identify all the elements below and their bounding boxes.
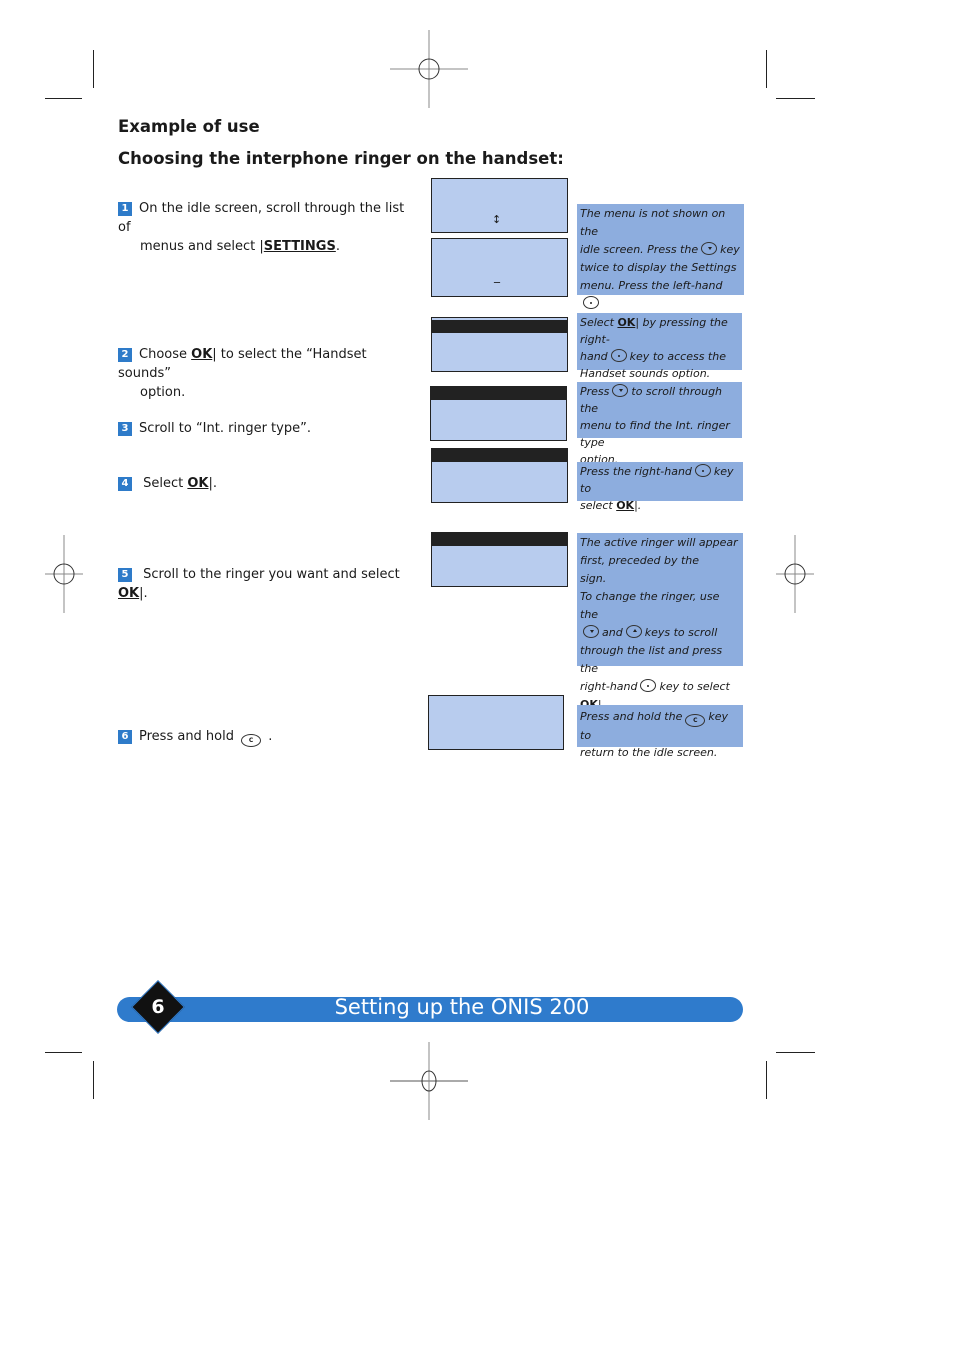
registration-mark-icon [390, 1042, 468, 1120]
step-2: 2 Choose OK| to select the “Handset sound… [118, 347, 367, 400]
crop-mark [776, 98, 815, 99]
up-key-icon [625, 625, 642, 638]
lcd-screen-5 [431, 532, 568, 587]
step-4: 4 Select OK|. [118, 474, 418, 493]
scroll-arrows-icon: ↕ [492, 213, 502, 226]
step-5: 5 Scroll to the ringer you want and sele… [118, 567, 400, 601]
note-2: Select OK| by pressing the right- hand ke… [577, 313, 742, 380]
step-number: 6 [118, 730, 132, 744]
lcd-screen-2 [431, 317, 568, 372]
note-4: Press the right-hand key to select OK|. [577, 462, 743, 512]
crop-mark [93, 1061, 94, 1099]
ok-keyword: OK [187, 476, 209, 491]
crop-mark [766, 1061, 767, 1099]
lcd-screen-1b: _ [431, 238, 568, 297]
right-softkey-icon [610, 349, 627, 362]
crop-mark [45, 98, 82, 99]
page-subtitle: Choosing the interphone ringer on the ha… [118, 149, 564, 168]
registration-mark-icon [776, 535, 814, 613]
crop-mark [45, 1052, 82, 1053]
cursor-symbol: _ [494, 269, 500, 283]
left-softkey-icon [583, 296, 599, 309]
step-number: 5 [118, 568, 132, 582]
note-1: The menu is not shown on the idle screen… [577, 204, 744, 328]
settings-keyword: SETTINGS [263, 239, 336, 254]
section-title: Example of use [118, 117, 260, 136]
c-key-icon: C [241, 734, 262, 747]
step-1: 1 On the idle screen, scroll through the … [118, 201, 405, 254]
c-key-icon: C [685, 714, 706, 727]
step-3: 3 Scroll to “Int. ringer type”. [118, 419, 418, 438]
crop-mark [776, 1052, 815, 1053]
down-key-icon [701, 242, 718, 255]
note-6: Press and hold the Ckey to return to the … [577, 705, 743, 759]
right-softkey-icon [640, 679, 657, 692]
lcd-screen-3 [430, 386, 567, 441]
page-number: 6 [151, 996, 165, 1018]
step-number: 1 [118, 202, 132, 216]
lcd-screen-6 [428, 695, 564, 750]
step-number: 2 [118, 348, 132, 362]
lcd-screen-1a: ↕ [431, 178, 568, 233]
note-5: The active ringer will appear first, pre… [577, 533, 743, 711]
ok-keyword: OK [191, 347, 213, 362]
note-3: Press to scroll through the menu to find … [577, 382, 742, 466]
lcd-screen-4 [431, 448, 568, 503]
crop-mark [766, 50, 767, 88]
step-6: 6 Press and hold C . [118, 727, 418, 747]
registration-mark-icon [390, 30, 468, 108]
crop-mark [93, 50, 94, 88]
right-softkey-icon [694, 464, 711, 477]
down-key-icon [612, 384, 629, 397]
registration-mark-icon [45, 535, 83, 613]
footer-title: Setting up the ONIS 200 [334, 995, 590, 1019]
step-number: 4 [118, 477, 132, 491]
step-number: 3 [118, 422, 132, 436]
ok-keyword: OK [118, 586, 140, 601]
down-key-icon [583, 625, 599, 638]
